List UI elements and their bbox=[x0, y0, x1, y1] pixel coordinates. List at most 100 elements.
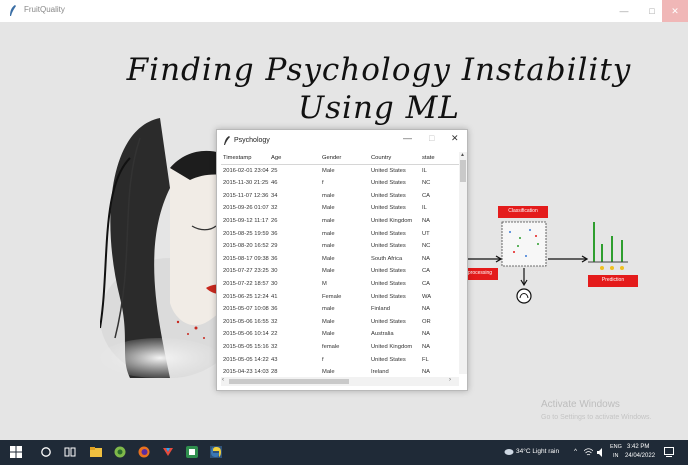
python-icon[interactable] bbox=[210, 446, 222, 458]
headline-line-1: Finding Psychology Instability bbox=[126, 52, 632, 88]
table-cell: Male bbox=[322, 255, 335, 262]
table-cell: Female bbox=[322, 293, 342, 300]
weather-text[interactable]: 34°C Light rain bbox=[516, 448, 559, 455]
psychology-titlebar: Psychology — □ ✕ bbox=[217, 130, 467, 152]
network-icon[interactable] bbox=[584, 448, 593, 457]
table-row[interactable]: 2015-08-17 09:38: 36 Male South Africa NA bbox=[221, 253, 459, 266]
table-row[interactable]: 2015-05-05 15:16: 32 female United Kingdom N… bbox=[221, 341, 459, 354]
table-row[interactable]: 2015-05-06 10:14: 22 Male Australia NA bbox=[221, 328, 459, 341]
table-cell: 25 bbox=[271, 167, 278, 174]
chevron-up-icon[interactable]: ^ bbox=[574, 448, 577, 455]
table-cell: NA bbox=[422, 369, 431, 374]
column-header[interactable]: Timestamp bbox=[223, 155, 269, 161]
column-header[interactable]: Gender bbox=[322, 155, 366, 161]
column-header[interactable]: Age bbox=[271, 155, 311, 161]
table-row[interactable]: 2015-08-25 19:59: 36 male United States UT bbox=[221, 228, 459, 241]
table-cell: United States bbox=[371, 192, 406, 199]
region-indicator[interactable]: IN bbox=[613, 453, 619, 459]
table-cell: Ireland bbox=[371, 369, 389, 374]
app-icon[interactable] bbox=[162, 446, 174, 458]
scroll-up-arrow-icon[interactable]: ▲ bbox=[460, 152, 465, 158]
app-icon[interactable] bbox=[186, 446, 198, 458]
psychology-maximize-button[interactable]: □ bbox=[429, 133, 434, 143]
close-button[interactable]: ✕ bbox=[662, 0, 688, 22]
table-cell: United States bbox=[371, 268, 406, 275]
table-cell: United States bbox=[371, 318, 406, 325]
table-row[interactable]: 2015-11-07 12:36: 34 male United States CA bbox=[221, 190, 459, 203]
language-indicator[interactable]: ENG bbox=[610, 444, 622, 450]
table-cell: United States bbox=[371, 243, 406, 250]
psychology-title: Psychology bbox=[234, 137, 270, 144]
psychology-window: Psychology — □ ✕ Timestamp Age Gender Co… bbox=[216, 129, 468, 391]
table-cell: 34 bbox=[271, 192, 278, 199]
table-cell: 30 bbox=[271, 268, 278, 275]
clock-time[interactable]: 3:42 PM bbox=[627, 444, 649, 450]
table-cell: 2015-05-07 10:08: bbox=[223, 306, 269, 313]
table-row[interactable]: 2015-05-05 14:22: 43 f United States FL bbox=[221, 354, 459, 367]
table-row[interactable]: 2015-11-30 21:25: 46 f United States NC bbox=[221, 177, 459, 190]
table-row[interactable]: 2015-04-23 14:03: 28 Male Ireland NA bbox=[221, 366, 459, 374]
cloud-rain-icon bbox=[504, 449, 514, 455]
vertical-scrollbar[interactable]: ▲ bbox=[459, 152, 467, 374]
main-titlebar: FruitQuality — □ ✕ bbox=[0, 0, 688, 22]
table-cell: United States bbox=[371, 180, 406, 187]
table-cell: 36 bbox=[271, 255, 278, 262]
table-cell: Male bbox=[322, 318, 335, 325]
vertical-scroll-thumb[interactable] bbox=[460, 160, 466, 182]
table-cell: 26 bbox=[271, 218, 278, 224]
table-cell: UT bbox=[422, 230, 430, 237]
table-cell: NC bbox=[422, 180, 431, 187]
table-cell: CA bbox=[422, 281, 431, 287]
table-row[interactable]: 2015-09-26 01:07: 32 Male United States IL bbox=[221, 202, 459, 215]
table-cell: 2015-11-07 12:36: bbox=[223, 192, 269, 199]
table-cell: 2015-08-20 16:52: bbox=[223, 243, 269, 250]
main-window: FruitQuality — □ ✕ Finding Psychology In… bbox=[0, 0, 688, 440]
scroll-left-arrow-icon[interactable]: ‹ bbox=[222, 377, 224, 383]
search-icon[interactable] bbox=[40, 446, 52, 458]
table-cell: IL bbox=[422, 167, 427, 174]
minimize-button[interactable]: — bbox=[610, 0, 638, 22]
table-row[interactable]: 2015-08-20 16:52: 29 male United States NC bbox=[221, 240, 459, 253]
table-cell: NA bbox=[422, 255, 431, 262]
table-cell: male bbox=[322, 218, 335, 224]
table-cell: 22 bbox=[271, 331, 278, 338]
volume-icon[interactable] bbox=[597, 448, 606, 457]
table-row[interactable]: 2015-07-22 18:57: 30 M United States CA bbox=[221, 278, 459, 291]
table-row[interactable]: 2016-02-01 23:04: 25 Male United States IL bbox=[221, 165, 459, 178]
task-view-icon[interactable] bbox=[64, 446, 76, 458]
table-cell: 43 bbox=[271, 356, 278, 363]
activate-windows-title: Activate Windows bbox=[541, 399, 620, 410]
column-header[interactable]: state bbox=[422, 155, 446, 161]
classification-label: Classification bbox=[498, 206, 548, 218]
table-row[interactable]: 2015-09-12 11:17: 26 male United Kingdom NA bbox=[221, 215, 459, 228]
table-row[interactable]: 2015-05-07 10:08: 36 male Finland NA bbox=[221, 303, 459, 316]
table-row[interactable]: 2015-05-06 16:55: 32 Male United States OR bbox=[221, 316, 459, 329]
file-explorer-icon[interactable] bbox=[90, 446, 102, 458]
table-header: Timestamp Age Gender Country state bbox=[221, 152, 459, 165]
clock-date[interactable]: 24/04/2022 bbox=[625, 453, 655, 459]
firefox-icon[interactable] bbox=[138, 446, 150, 458]
psychology-close-button[interactable]: ✕ bbox=[451, 133, 459, 144]
table-row[interactable]: 2015-06-25 12:24: 41 Female United States WA bbox=[221, 291, 459, 304]
table-cell: 29 bbox=[271, 243, 278, 250]
windows-start-icon[interactable] bbox=[10, 446, 22, 458]
prediction-label: Prediction bbox=[588, 275, 638, 287]
table-cell: Male bbox=[322, 268, 335, 275]
horizontal-scroll-thumb[interactable] bbox=[229, 379, 349, 384]
table-cell: 2015-08-17 09:38: bbox=[223, 255, 269, 262]
horizontal-scrollbar[interactable]: ‹ › bbox=[221, 377, 459, 386]
scroll-right-arrow-icon[interactable]: › bbox=[449, 377, 451, 383]
table-cell: male bbox=[322, 243, 335, 250]
table-row[interactable]: 2015-07-27 23:25: 30 Male United States CA bbox=[221, 265, 459, 278]
table-cell: 32 bbox=[271, 205, 278, 212]
table-cell: United States bbox=[371, 281, 406, 287]
table-cell: NA bbox=[422, 331, 431, 338]
table-cell: United States bbox=[371, 167, 406, 174]
table-cell: 2015-05-05 15:16: bbox=[223, 344, 269, 350]
app-icon[interactable] bbox=[114, 446, 126, 458]
table-cell: female bbox=[322, 344, 340, 350]
notification-icon[interactable] bbox=[664, 447, 674, 457]
psychology-minimize-button[interactable]: — bbox=[403, 133, 412, 143]
table-cell: 2015-08-25 19:59: bbox=[223, 230, 269, 237]
column-header[interactable]: Country bbox=[371, 155, 419, 161]
